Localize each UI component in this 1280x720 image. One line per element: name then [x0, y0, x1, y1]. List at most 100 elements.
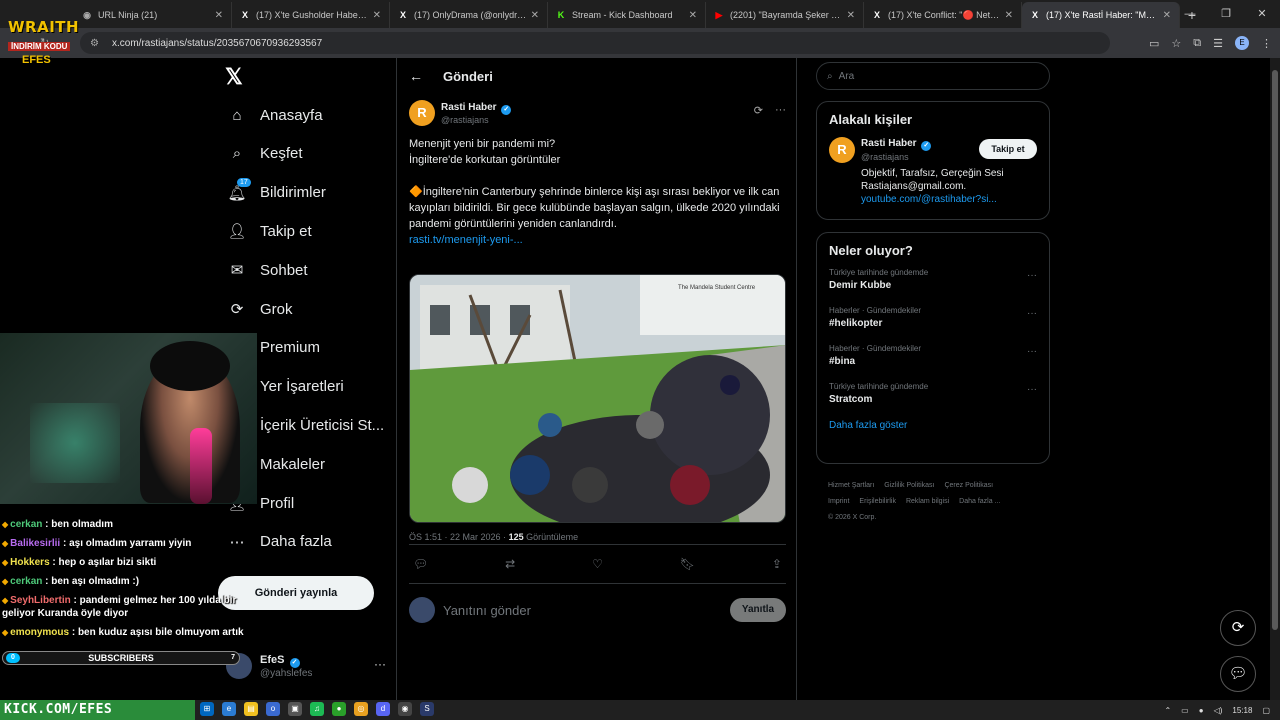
network-icon[interactable]: ▭ — [1181, 706, 1189, 715]
author-avatar[interactable]: R — [409, 100, 435, 126]
footer-link[interactable]: Erişilebilirlik — [859, 498, 896, 505]
search-icon: ⌕ — [232, 145, 242, 163]
tab-close-icon[interactable]: ✕ — [689, 10, 697, 21]
footer-link[interactable]: Reklam bilgisi — [906, 498, 949, 505]
browser-tab[interactable]: ▶ (2201) "Bayramda Şeker Tadında ✕ — [706, 2, 864, 28]
scrollbar-thumb[interactable] — [1272, 70, 1278, 630]
trend-more-icon[interactable]: ··· — [1027, 346, 1037, 357]
verified-icon: ✓ — [289, 657, 300, 668]
spotify-icon[interactable]: ♫ — [310, 702, 324, 716]
trend-item[interactable]: Haberler · Gündemdekiler #helikopter ··· — [829, 306, 1037, 329]
x-logo-icon[interactable]: 𝕏 — [225, 64, 243, 90]
trend-item[interactable]: Türkiye tarihinde gündemde Stratcom ··· — [829, 382, 1037, 405]
reply-icon[interactable]: 💬︎ — [413, 557, 428, 571]
grok-icon[interactable]: ⟳ — [754, 104, 763, 117]
game-app-icon[interactable]: ● — [332, 702, 346, 716]
url-field[interactable]: ⚙ x.com/rastiajans/status/20356706709362… — [80, 32, 1110, 54]
discord-icon[interactable]: d — [376, 702, 390, 716]
page-title: Gönderi — [443, 68, 493, 84]
account-switcher[interactable]: EfeS ✓ @yahslefes ··· — [226, 653, 386, 679]
repost-icon[interactable]: ⇄ — [505, 557, 515, 571]
close-window-icon[interactable]: ✕ — [1244, 0, 1280, 28]
footer-link[interactable]: Imprint — [828, 498, 849, 505]
search-input[interactable]: ⌕ Ara — [816, 62, 1050, 90]
browser-tab[interactable]: K Stream - Kick Dashboard ✕ — [548, 2, 706, 28]
trend-item[interactable]: Türkiye tarihinde gündemde Demir Kubbe ··· — [829, 268, 1037, 291]
account-more-icon[interactable]: ··· — [374, 657, 386, 671]
scrollbar[interactable] — [1270, 58, 1280, 700]
kick-brand-bar: KICK.COM/EFES — [0, 700, 195, 720]
browser-tab[interactable]: ◉ URL Ninja (21) ✕ — [74, 2, 232, 28]
footer-link[interactable]: Çerez Politikası — [944, 482, 993, 489]
nav-item-0[interactable]: ⌂ Anasayfa — [228, 106, 322, 124]
browser-tab[interactable]: X (17) OnlyDrama (@onlydramaX ✕ — [390, 2, 548, 28]
obs-icon[interactable]: ◉ — [398, 702, 412, 716]
back-arrow-icon[interactable]: ← — [409, 68, 423, 84]
show-more-link[interactable]: Daha fazla göster — [829, 420, 1037, 431]
nav-item-2[interactable]: 🔔︎ 17 Bildirimler — [227, 177, 326, 202]
tab-close-icon[interactable]: ✕ — [1005, 10, 1013, 21]
browser-tab[interactable]: X (17) X'te Conflict: "🔴 Netanyahu ✕ — [864, 2, 1022, 28]
footer-link[interactable]: Daha fazla ... — [959, 498, 1000, 505]
nav-label: Premium — [260, 339, 321, 357]
reply-input[interactable]: Yanıtını gönder — [443, 603, 730, 618]
grok-fab-icon[interactable]: ⟳ — [1220, 610, 1256, 646]
trend-more-icon[interactable]: ··· — [1027, 308, 1037, 319]
reading-list-icon[interactable]: ☰ — [1213, 37, 1223, 50]
nav-item-4[interactable]: ✉ Sohbet — [228, 261, 308, 280]
share-icon[interactable]: ⇪ — [772, 557, 782, 571]
windows-start-icon[interactable]: ⊞ — [200, 702, 214, 716]
nav-item-5[interactable]: ⟳ Grok — [228, 300, 293, 319]
browser-tab[interactable]: X (17) X'te Gusholder Haber Bülte ✕ — [232, 2, 390, 28]
profile-avatar-icon[interactable]: E — [1235, 36, 1249, 50]
nav-item-1[interactable]: ⌕ Keşfet — [228, 145, 303, 163]
chat-fab-icon[interactable]: 💬︎ — [1220, 656, 1256, 692]
follow-button[interactable]: Takip et — [979, 139, 1037, 159]
trend-category: Haberler · Gündemdekiler — [829, 306, 922, 315]
nav-item-3[interactable]: 👤︎ Takip et — [227, 222, 311, 241]
browser-menu-icon[interactable]: ⋮ — [1261, 37, 1272, 50]
app-icon[interactable]: ▣ — [288, 702, 302, 716]
related-avatar[interactable]: R — [829, 137, 855, 163]
tray-arrow-icon[interactable]: ⌃ — [1164, 706, 1171, 715]
reply-button[interactable]: Yanıtla — [730, 598, 786, 622]
file-explorer-icon[interactable]: ▤ — [244, 702, 258, 716]
notification-icon[interactable]: ▢ — [1262, 706, 1270, 715]
install-app-icon[interactable]: ▭ — [1149, 37, 1159, 50]
footer-link[interactable]: Gizlilik Politikası — [884, 482, 934, 489]
mic-tray-icon[interactable]: ● — [1199, 706, 1204, 715]
trend-item[interactable]: Haberler · Gündemdekiler #bina ··· — [829, 344, 1037, 367]
trend-more-icon[interactable]: ··· — [1027, 384, 1037, 395]
volume-icon[interactable]: ◁) — [1214, 706, 1223, 715]
like-icon[interactable]: ♡ — [592, 557, 603, 571]
clock[interactable]: 15:18 — [1232, 706, 1252, 715]
tab-close-icon[interactable]: ✕ — [1163, 10, 1171, 21]
minimize-icon[interactable]: — — [1172, 0, 1208, 28]
site-info-icon[interactable]: ⚙ — [90, 38, 104, 49]
outlook-icon[interactable]: o — [266, 702, 280, 716]
maximize-icon[interactable]: ❐ — [1208, 0, 1244, 28]
post-image[interactable]: The Mandela Student Centre — [409, 274, 786, 523]
edge-icon[interactable]: e — [222, 702, 236, 716]
bookmark-star-icon[interactable]: ☆ — [1171, 37, 1181, 50]
notification-badge: 17 — [237, 177, 251, 187]
bookmark-icon[interactable]: 🔖︎ — [680, 557, 695, 571]
trends-box: Neler oluyor? Türkiye tarihinde gündemde… — [816, 232, 1050, 464]
tab-close-icon[interactable]: ✕ — [531, 10, 539, 21]
author-name[interactable]: Rasti Haber ✓ — [441, 102, 512, 115]
footer-link[interactable]: Hizmet Şartları — [828, 482, 874, 489]
trend-more-icon[interactable]: ··· — [1027, 270, 1037, 281]
extensions-icon[interactable]: ⧉ — [1193, 37, 1201, 50]
tab-close-icon[interactable]: ✕ — [215, 10, 223, 21]
subs-count-left: 0 — [6, 653, 20, 663]
post-link[interactable]: rasti.tv/menenjit-yeni-... — [409, 232, 786, 248]
tab-close-icon[interactable]: ✕ — [847, 10, 855, 21]
tab-close-icon[interactable]: ✕ — [373, 10, 381, 21]
nav-label: Sohbet — [260, 261, 308, 279]
related-link[interactable]: youtube.com/@rastihaber?si... — [861, 193, 1004, 206]
chrome-icon[interactable]: ◎ — [354, 702, 368, 716]
author-handle[interactable]: @rastiajans — [441, 115, 511, 125]
steam-icon[interactable]: S — [420, 702, 434, 716]
post-more-icon[interactable]: ··· — [775, 104, 786, 117]
browser-tab[interactable]: X (17) X'te Rastİ Haber: "Menenji ✕ — [1022, 2, 1180, 28]
